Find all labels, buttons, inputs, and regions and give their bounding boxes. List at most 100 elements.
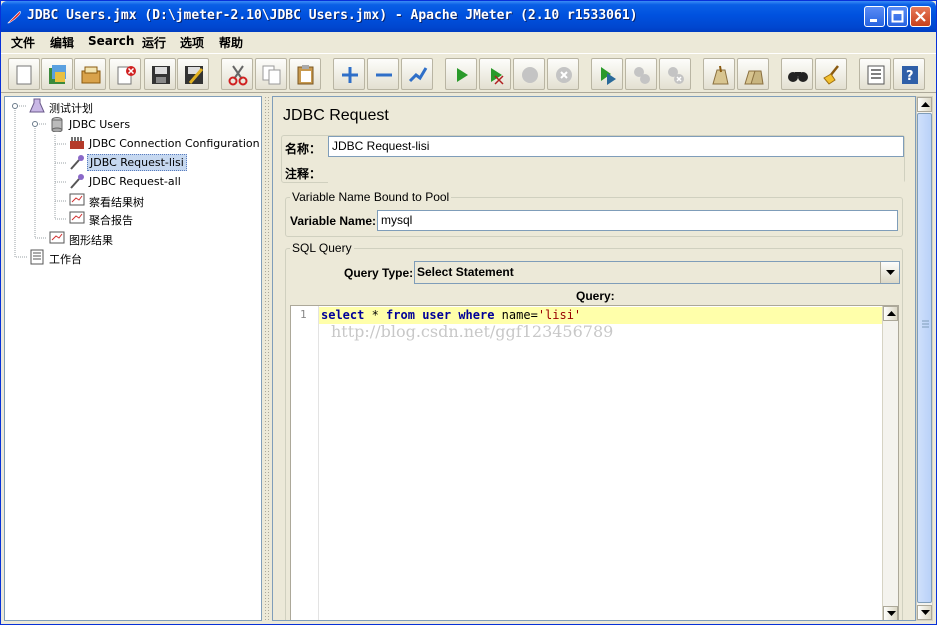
menu-file[interactable]: 文件 [11,34,35,51]
menu-search[interactable]: Search [88,34,134,48]
toggle-button[interactable] [401,58,433,90]
clear-button[interactable] [703,58,735,90]
query-label: Query: [576,289,615,303]
close-file-icon [117,66,136,85]
new-button[interactable] [8,58,40,90]
sql-query-editor[interactable]: 1 select * from user where name='lisi' h… [290,305,899,620]
copy-button[interactable] [255,58,287,90]
sql-keyword: select [321,308,365,322]
listener-icon [49,231,65,244]
menu-edit[interactable]: 编辑 [50,34,74,51]
menu-help[interactable]: 帮助 [219,34,243,51]
reset-search-icon [823,65,839,85]
arrow-down-icon [921,610,930,615]
open-button[interactable] [74,58,106,90]
stop-icon [522,67,538,83]
minimize-icon [870,19,877,22]
arrow-up-icon [887,311,896,316]
comment-field[interactable] [328,162,904,183]
minimize-button[interactable] [864,6,885,27]
tree-item-label: 察看结果树 [89,196,144,209]
function-helper-icon [867,65,885,85]
sql-keyword: where [458,308,495,322]
panel-splitter[interactable] [264,96,270,621]
test-plan-tree[interactable]: 测试计划 JDBC Users JDBC Connection Configur… [4,96,262,621]
search-button[interactable] [781,58,813,90]
search-icon [788,72,808,82]
templates-icon [49,65,66,84]
collapse-icon [376,73,392,77]
remote-shutdown-all-button[interactable] [659,58,691,90]
save-as-button[interactable] [177,58,209,90]
tree-item-label: JDBC Request-lisi [87,154,187,171]
clear-all-icon [744,70,764,85]
shutdown-button[interactable] [547,58,579,90]
panel-scrollbar[interactable] [916,96,933,621]
tree-item-label: 聚合报告 [89,214,133,227]
menu-options[interactable]: 选项 [180,34,204,51]
splitter-grip [264,96,270,621]
close-icon [915,11,926,22]
function-helper-button[interactable] [859,58,891,90]
stop-button[interactable] [513,58,545,90]
panel-title: JDBC Request [283,107,389,124]
start-no-pauses-button[interactable] [479,58,511,90]
chevron-down-icon [886,270,895,275]
remote-stop-all-button[interactable] [625,58,657,90]
help-button[interactable]: ? [893,58,925,90]
sql-text: * [364,308,387,322]
sql-group-title: SQL Query [290,241,354,255]
jmeter-feather-icon [7,11,21,24]
grip-icon [922,320,929,328]
listener-icon [69,193,85,206]
panel-scroll-down-button[interactable] [917,605,932,620]
expand-all-button[interactable] [333,58,365,90]
scroll-up-button[interactable] [883,306,898,321]
scroll-down-button[interactable] [883,606,898,620]
save-button[interactable] [144,58,176,90]
arrow-up-icon [921,102,930,107]
watermark: http://blog.csdn.net/ggf123456789 [331,322,614,341]
tree-item-label: 工作台 [49,253,82,266]
query-type-dropdown-button[interactable] [880,262,899,283]
line-number: 1 [300,308,307,321]
editor-scrollbar[interactable] [882,306,898,620]
test-plan-icon [29,98,45,113]
menu-run[interactable]: 运行 [142,34,166,51]
tree-item-label: JDBC Request-all [89,175,181,188]
clear-icon [712,65,729,85]
panel-scroll-thumb[interactable] [917,113,932,603]
clear-all-button[interactable] [737,58,769,90]
variable-name-field[interactable]: mysql [377,210,898,231]
sql-text: name= [494,308,538,322]
copy-icon [262,65,281,85]
sampler-icon [70,155,84,170]
collapse-all-button[interactable] [367,58,399,90]
panel-scroll-up-button[interactable] [917,97,932,112]
title-bar[interactable]: JDBC Users.jmx (D:\jmeter-2.10\JDBC User… [1,1,936,32]
remote-start-all-button[interactable] [591,58,623,90]
maximize-button[interactable] [887,6,908,27]
reset-search-button[interactable] [815,58,847,90]
close-button[interactable] [910,6,931,27]
new-icon [16,65,32,85]
close-file-button[interactable] [109,58,141,90]
tree-item-label: 图形结果 [69,234,113,247]
start-button[interactable] [445,58,477,90]
query-type-select[interactable]: Select Statement [414,261,900,284]
cut-button[interactable] [221,58,253,90]
name-field[interactable]: JDBC Request-lisi [328,136,904,157]
paste-button[interactable] [289,58,321,90]
sql-keyword: from [386,308,415,322]
start-no-pause-icon [491,68,504,85]
svg-text:?: ? [906,69,914,84]
save-as-icon [185,66,204,84]
sampler-icon [70,174,84,189]
help-icon: ? [902,66,918,84]
variable-name-label: Variable Name: [290,214,377,228]
templates-button[interactable] [41,58,73,90]
editor-gutter: 1 [291,306,319,620]
toolbar: ? [1,53,936,93]
sql-string: 'lisi' [537,308,582,322]
save-icon [152,66,170,84]
